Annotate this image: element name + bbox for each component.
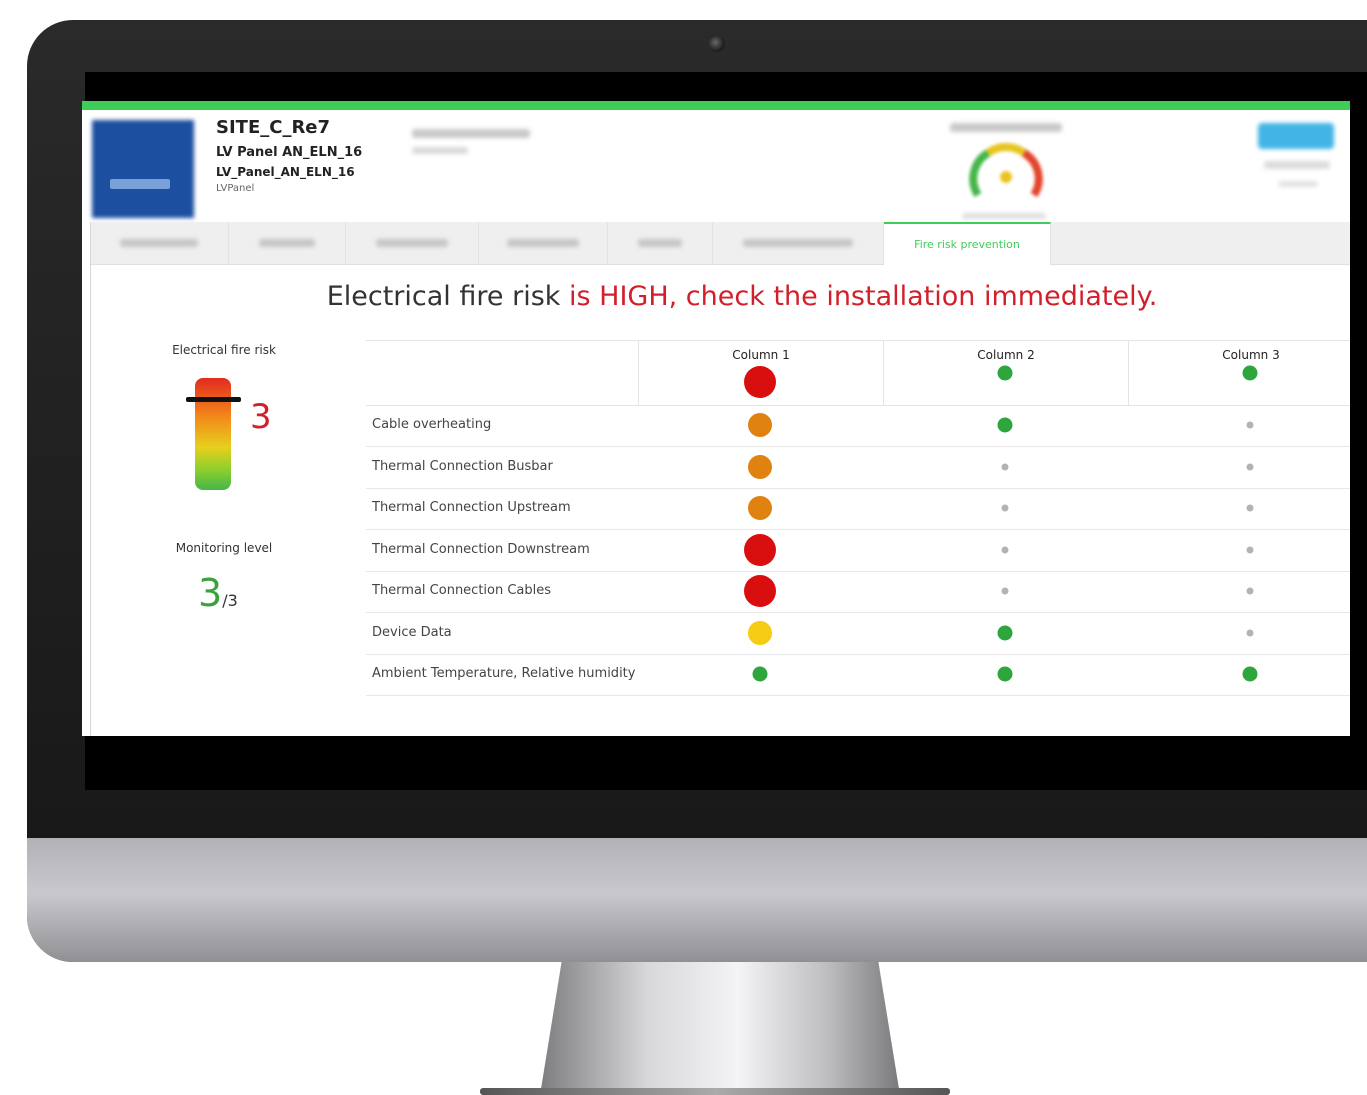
risk-headline: Electrical fire risk is HIGH, check the … [82, 281, 1350, 312]
risk-thermometer [195, 378, 231, 490]
table-row: Thermal Connection Downstream [366, 530, 1350, 572]
status-dot-red [744, 575, 776, 607]
health-gauge-icon [969, 143, 1043, 198]
top-accent-bar [82, 101, 1350, 110]
column-status-dot [1242, 365, 1258, 381]
table-row: Thermal Connection Cables [366, 571, 1350, 613]
monitor-stand-base [480, 1088, 950, 1095]
status-dot-yellow [748, 620, 772, 645]
column-status-dot [744, 366, 776, 398]
status-dot-grey [1246, 629, 1254, 636]
commissioning-date-blurred [412, 147, 468, 154]
row-label: Thermal Connection Cables [372, 583, 552, 598]
table-header-row: Column 1 Column 2 Column 3 [366, 340, 1350, 406]
company-logo [92, 120, 194, 218]
monitoring-level-label: Monitoring level [175, 541, 273, 555]
asset-health-label-blurred [950, 123, 1062, 132]
commissioning-label-blurred [412, 129, 530, 138]
site-title: SITE_C_Re7 [216, 117, 331, 138]
header-right-value-blurred [1278, 181, 1318, 187]
status-dot-grey [1001, 546, 1009, 553]
camera-icon [709, 36, 725, 52]
column-header: Column 3 [1128, 341, 1350, 405]
status-dot-grey [1246, 546, 1254, 553]
tab-6[interactable] [713, 222, 884, 264]
table-row: Ambient Temperature, Relative humidity [366, 654, 1350, 696]
status-dot-orange [748, 413, 772, 437]
app-window: SITE_C_Re7 LV Panel AN_ELN_16 LV_Panel_A… [82, 101, 1350, 736]
tab-bar: Fire risk prevention [90, 222, 1350, 265]
status-dot-green [997, 666, 1013, 682]
logo-wordmark [110, 179, 170, 189]
column-header-label: Column 3 [1222, 348, 1280, 362]
row-label: Ambient Temperature, Relative humidity [372, 666, 636, 681]
fire-risk-label: Electrical fire risk [172, 343, 276, 357]
tab-fire-risk-prevention[interactable]: Fire risk prevention [884, 222, 1051, 265]
status-dot-green [752, 666, 768, 682]
row-label: Thermal Connection Downstream [372, 541, 590, 557]
status-dot-grey [1246, 504, 1254, 512]
row-label: Device Data [372, 624, 452, 640]
monitoring-level-value: 3/3 [198, 571, 238, 615]
tab-label: Fire risk prevention [914, 238, 1020, 251]
header-right-label-blurred [1264, 161, 1330, 169]
tab-1[interactable] [90, 222, 229, 264]
status-dot-grey [1001, 504, 1009, 512]
status-dot-grey [1246, 421, 1254, 429]
tab-5[interactable] [608, 222, 713, 264]
column-status-dot [997, 365, 1013, 381]
row-label: Thermal Connection Busbar [372, 458, 553, 474]
column-header-label: Column 2 [977, 348, 1035, 362]
row-label: Cable overheating [372, 417, 492, 432]
tab-3[interactable] [346, 222, 479, 264]
tab-4[interactable] [479, 222, 608, 264]
status-dot-grey [1246, 463, 1254, 470]
headline-warning: is HIGH, check the installation immediat… [568, 281, 1158, 312]
monitoring-value: 3 [198, 571, 223, 615]
monitor-chin [27, 838, 1367, 962]
table-row: Device Data [366, 613, 1350, 655]
action-button[interactable] [1258, 123, 1334, 149]
table-row: Thermal Connection Busbar [366, 447, 1350, 489]
status-dot-grey [1001, 463, 1009, 470]
column-header-label: Column 1 [732, 348, 790, 362]
fire-risk-value: 3 [250, 397, 272, 437]
status-dot-orange [748, 496, 772, 520]
status-dot-green [1242, 666, 1258, 682]
status-dot-grey [1001, 587, 1009, 595]
status-dot-green [997, 417, 1013, 433]
status-dot-orange [748, 454, 772, 479]
status-dot-red [744, 533, 776, 566]
panel-type: LVPanel [216, 183, 255, 194]
gauge-caption-blurred [962, 213, 1046, 219]
monitoring-max: /3 [222, 591, 238, 610]
risk-level-marker [186, 397, 241, 402]
panel-name: LV Panel AN_ELN_16 [216, 145, 363, 160]
headline-prefix: Electrical fire risk [326, 281, 569, 312]
table-row: Thermal Connection Upstream [366, 488, 1350, 530]
table-row: Cable overheating [366, 405, 1350, 447]
status-dot-green [997, 625, 1013, 640]
tab-2[interactable] [229, 222, 346, 264]
row-label: Thermal Connection Upstream [372, 500, 571, 515]
monitor-stand [540, 962, 900, 1095]
panel-id: LV_Panel_AN_ELN_16 [216, 165, 355, 179]
status-dot-grey [1246, 587, 1254, 595]
